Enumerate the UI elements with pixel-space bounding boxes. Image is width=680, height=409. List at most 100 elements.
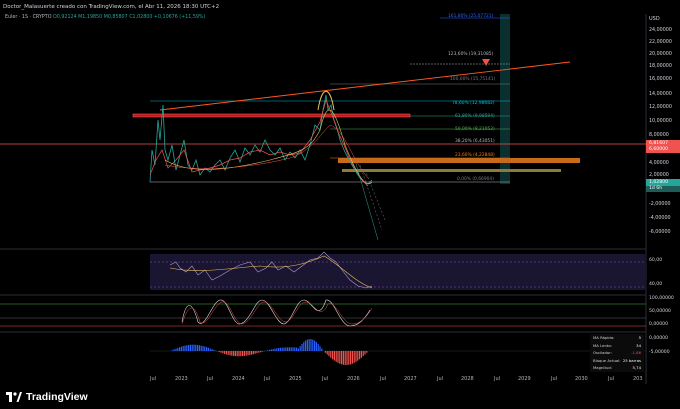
- resistance-zone: [132, 113, 411, 118]
- fib-label: 100,00% (15,75141): [450, 77, 496, 82]
- macd-bar: [359, 351, 361, 360]
- macd-bar: [177, 347, 179, 351]
- macd-bar: [267, 350, 269, 351]
- macd-bar: [252, 351, 254, 355]
- time-tick: Jul: [551, 376, 558, 382]
- macd-bar: [346, 351, 348, 365]
- macd-bar: [207, 347, 209, 351]
- macd-tick: -5,00000: [649, 350, 670, 355]
- price-tick: -6,00000: [649, 230, 671, 235]
- macd-bar: [335, 351, 337, 362]
- macd-bar: [173, 349, 175, 351]
- projection-line: [359, 164, 383, 231]
- macd-bar: [312, 339, 314, 351]
- time-tick: Jul: [437, 376, 444, 382]
- macd-bar: [222, 351, 224, 354]
- macd-bar: [332, 351, 334, 360]
- macd-bar: [247, 351, 249, 356]
- macd-bar: [292, 347, 294, 351]
- macd-bar: [351, 351, 353, 364]
- price-axis[interactable]: 24,00000 22,00000 20,00000 18,00000 16,0…: [646, 14, 680, 374]
- macd-bar: [290, 347, 292, 351]
- time-tick: 2026: [347, 376, 360, 382]
- macd-bar: [330, 351, 332, 358]
- macd-bar: [287, 347, 289, 351]
- macd-bar: [236, 351, 238, 357]
- macd-bar: [224, 351, 226, 354]
- macd-bar: [355, 351, 357, 362]
- tradingview-brand[interactable]: TradingView: [6, 391, 88, 403]
- macd-bar: [256, 351, 258, 354]
- info-row: MA Lenta: 34: [593, 342, 641, 348]
- stoch-tick: 100,00000: [649, 296, 674, 301]
- macd-bar: [258, 351, 260, 353]
- macd-bar: [229, 351, 231, 356]
- macd-bar: [348, 351, 350, 365]
- macd-bar: [305, 340, 307, 351]
- macd-bar: [209, 348, 211, 351]
- macd-bar: [324, 351, 326, 353]
- time-tick: Jul: [322, 376, 329, 382]
- last-price-subtag-red: 6,60000: [646, 147, 680, 153]
- macd-bar: [364, 351, 366, 355]
- stoch-tick: 0,00000: [649, 322, 668, 327]
- info-row: Magnitud: 5,74: [593, 365, 641, 370]
- price-tick: 2,00000: [649, 173, 669, 178]
- footer: TradingView: [0, 384, 680, 409]
- macd-bar: [179, 347, 181, 351]
- info-row: Oscilador: -1,86: [593, 350, 641, 355]
- projection-line: [364, 169, 386, 221]
- macd-bar: [337, 351, 339, 363]
- fib-label: 61,80% (9,98594): [455, 114, 495, 119]
- macd-bar: [321, 348, 323, 351]
- last-price-tag-green: 1,02800: [646, 179, 680, 186]
- macd-bar: [317, 343, 319, 351]
- macd-bar: [204, 346, 206, 351]
- macd-bar: [213, 349, 215, 351]
- time-tick: Jul: [207, 376, 214, 382]
- time-tick: Jul: [380, 376, 387, 382]
- stoch-d: [181, 301, 373, 325]
- macd-bar: [260, 351, 262, 353]
- brand-name: TradingView: [26, 390, 88, 403]
- macd-bar: [193, 344, 195, 351]
- macd-bar: [285, 347, 287, 351]
- macd-bar: [276, 348, 278, 351]
- fib-label: 50,00% (8,21052): [455, 127, 495, 132]
- price-tick: 22,00000: [649, 40, 672, 45]
- price-tick: 4,00000: [649, 161, 669, 166]
- macd-bar: [297, 348, 299, 351]
- price-candles: [149, 94, 373, 187]
- time-tick: 2030: [575, 376, 588, 382]
- macd-bar: [198, 345, 200, 351]
- price-tick: 8,00000: [649, 133, 669, 138]
- price-tick: 14,00000: [649, 92, 672, 97]
- macd-bar: [188, 344, 190, 351]
- macd-bar: [326, 351, 328, 355]
- macd-bar: [357, 351, 359, 361]
- time-tick: Jul: [494, 376, 501, 382]
- time-tick: 2029: [518, 376, 531, 382]
- macd-bar: [314, 340, 316, 351]
- ma-slow: [164, 124, 369, 179]
- macd-bar: [202, 346, 204, 351]
- macd-bar: [245, 351, 247, 356]
- time-tick: 2023: [175, 376, 188, 382]
- macd-bar: [281, 347, 283, 351]
- macd-bar: [328, 351, 330, 357]
- macd-bar: [362, 351, 364, 357]
- macd-bar: [341, 351, 343, 365]
- rsi-band: [150, 254, 645, 290]
- fib-label: 123,60% (19,31085): [448, 52, 494, 57]
- macd-bar: [288, 347, 290, 351]
- macd-bar: [272, 349, 274, 351]
- macd-bar: [310, 339, 312, 351]
- macd-bar: [242, 351, 244, 357]
- macd-bar: [279, 347, 281, 351]
- macd-bar: [296, 347, 298, 351]
- time-axis[interactable]: Jul 2023 Jul 2024 Jul 2025 Jul 2026 Jul …: [0, 374, 646, 384]
- chart-canvas[interactable]: [0, 0, 680, 384]
- macd-bar: [278, 348, 280, 351]
- macd-bar: [243, 351, 245, 356]
- last-price-tag-red: 6,81607: [646, 140, 680, 147]
